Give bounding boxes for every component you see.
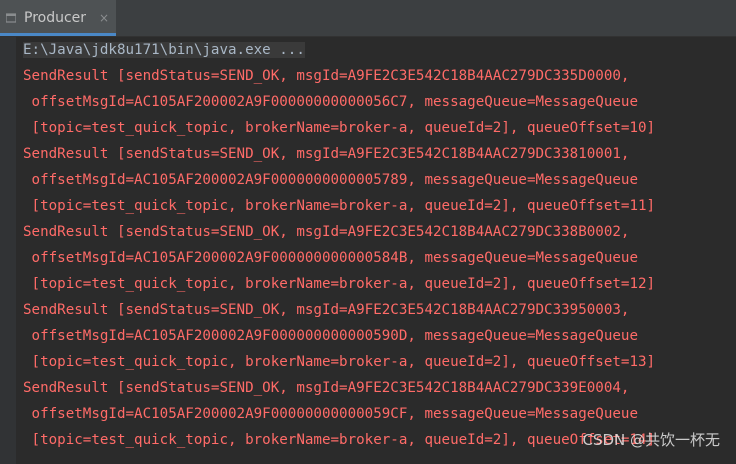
- console-line: offsetMsgId=AC105AF200002A9F000000000000…: [23, 172, 638, 188]
- console-line: offsetMsgId=AC105AF200002A9F000000000000…: [23, 406, 638, 422]
- console-line: [topic=test_quick_topic, brokerName=brok…: [23, 198, 656, 214]
- console-output[interactable]: E:\Java\jdk8u171\bin\java.exe ... SendRe…: [16, 37, 736, 464]
- console-line: [topic=test_quick_topic, brokerName=brok…: [23, 276, 656, 292]
- console-gutter: [0, 37, 16, 464]
- command-text: E:\Java\jdk8u171\bin\java.exe ...: [23, 42, 305, 58]
- console-line: SendResult [sendStatus=SEND_OK, msgId=A9…: [23, 146, 630, 162]
- console-line: offsetMsgId=AC105AF200002A9F000000000000…: [23, 94, 638, 110]
- close-icon[interactable]: ×: [99, 10, 109, 26]
- console-line: [topic=test_quick_topic, brokerName=brok…: [23, 432, 656, 448]
- command-line: E:\Java\jdk8u171\bin\java.exe ...: [23, 37, 305, 63]
- tab-bar: Producer ×: [0, 0, 736, 37]
- console-line: offsetMsgId=AC105AF200002A9F000000000000…: [23, 250, 638, 266]
- console-line: SendResult [sendStatus=SEND_OK, msgId=A9…: [23, 302, 630, 318]
- console-line: [topic=test_quick_topic, brokerName=brok…: [23, 354, 656, 370]
- console-icon: [6, 13, 16, 23]
- console-line: SendResult [sendStatus=SEND_OK, msgId=A9…: [23, 68, 630, 84]
- run-window: Producer × E:\Java\jdk8u171\bin\java.exe…: [0, 0, 736, 464]
- console-line: offsetMsgId=AC105AF200002A9F000000000000…: [23, 328, 638, 344]
- console-line: SendResult [sendStatus=SEND_OK, msgId=A9…: [23, 224, 630, 240]
- console-line: [topic=test_quick_topic, brokerName=brok…: [23, 120, 656, 136]
- tab-producer[interactable]: Producer ×: [0, 0, 116, 36]
- watermark: CSDN @共饮一杯无: [582, 431, 720, 449]
- tab-label: Producer: [24, 10, 87, 26]
- console-line: SendResult [sendStatus=SEND_OK, msgId=A9…: [23, 380, 630, 396]
